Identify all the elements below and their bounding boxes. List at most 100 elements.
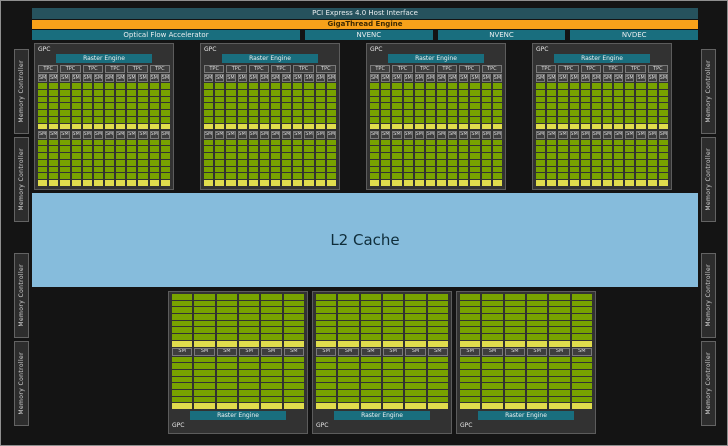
core-block [293, 139, 303, 146]
core-block [403, 139, 413, 146]
core-block [238, 383, 260, 389]
sm-column: SM [238, 294, 260, 409]
core-block [259, 153, 269, 159]
core-block [647, 103, 657, 110]
core-block [481, 103, 491, 110]
core-block [436, 173, 447, 180]
special-function-block [470, 180, 480, 186]
core-block [304, 116, 314, 123]
core-block [448, 159, 458, 166]
core-block [382, 396, 404, 403]
core-block [71, 83, 81, 89]
core-block [381, 103, 391, 110]
core-block [360, 294, 381, 300]
special-function-block [238, 340, 260, 347]
core-block [370, 83, 380, 89]
core-block [226, 173, 236, 180]
core-block [382, 363, 404, 369]
core-block [547, 110, 557, 116]
core-block [558, 83, 568, 89]
core-block [536, 146, 546, 153]
core-block [392, 173, 402, 180]
core-block [427, 396, 448, 403]
sm-core-grid [370, 83, 380, 130]
core-block [658, 103, 668, 110]
sm-label: SM [571, 347, 592, 356]
core-block [172, 369, 193, 376]
sm-column: SM SM [259, 74, 269, 186]
core-block [647, 83, 657, 89]
core-block [282, 146, 292, 153]
core-block [558, 96, 568, 103]
core-block [160, 173, 170, 180]
core-block [482, 294, 503, 300]
core-block [425, 153, 435, 159]
media-engine-nvenc-bar: NVENC [437, 30, 566, 40]
core-block [427, 334, 448, 340]
core-block [104, 146, 115, 153]
core-block [470, 83, 480, 89]
tpc-label: TPC [38, 65, 59, 73]
special-function-block [470, 123, 480, 130]
sm-core-grid [436, 139, 447, 187]
core-block [259, 139, 269, 146]
core-block [392, 116, 402, 123]
core-block [116, 173, 126, 180]
sm-core-grid [215, 139, 225, 187]
sm-core-grid [647, 83, 657, 130]
sm-core-grid [49, 83, 59, 130]
core-block [427, 389, 448, 396]
special-function-block [614, 123, 624, 130]
special-function-block [149, 180, 159, 186]
sm-core-grid [580, 139, 590, 187]
sm-label: SM [460, 347, 481, 356]
core-block [558, 159, 568, 166]
sm-core-grid [215, 83, 225, 130]
core-block [392, 110, 402, 116]
core-block [558, 110, 568, 116]
core-block [49, 153, 59, 159]
core-block [49, 166, 59, 173]
sm-label: SM [405, 347, 426, 356]
gpc-block: GPC Raster Engine TPC SM SM SM SM TPC SM SM SM SM TP… [532, 43, 672, 190]
sm-core-grid [270, 139, 281, 187]
core-block [172, 320, 193, 327]
special-function-block [558, 123, 568, 130]
core-block [405, 363, 426, 369]
core-block [316, 363, 337, 369]
core-block [405, 307, 426, 314]
sm-column: SM [360, 294, 381, 409]
special-function-block [226, 123, 236, 130]
sm-core-grid [282, 83, 292, 130]
core-block [216, 363, 237, 369]
sm-column: SM SM [116, 74, 126, 186]
core-block [636, 159, 646, 166]
sm-core-grid [425, 83, 435, 130]
sm-label: SM [259, 130, 269, 139]
tpc-label: TPC [625, 65, 646, 73]
sm-label: SM [602, 74, 613, 82]
tpc-unit: TPC SM SM SM SM [481, 65, 502, 186]
tpc-label: TPC [60, 65, 81, 73]
sm-column: SM SM [204, 74, 214, 186]
sm-label: SM [270, 130, 281, 139]
core-block [526, 307, 548, 314]
core-block [459, 110, 469, 116]
core-block [326, 116, 336, 123]
core-block [316, 307, 337, 314]
sm-label: SM [647, 74, 657, 82]
sm-column: SM SM [403, 74, 413, 186]
core-block [127, 153, 137, 159]
special-function-block [259, 123, 269, 130]
core-block [283, 307, 304, 314]
tpc-unit: TPC SM SM SM SM [248, 65, 269, 186]
gpc-block: GPC Raster Engine TPC SM SM SM SM TPC SM SM SM SM TP… [34, 43, 174, 190]
core-block [116, 83, 126, 89]
core-block [104, 139, 115, 146]
core-block [216, 307, 237, 314]
raster-engine-bar: Raster Engine [56, 54, 152, 63]
sm-pair: SM SM SM SM [536, 74, 557, 186]
core-block [326, 139, 336, 146]
core-block [382, 294, 404, 300]
core-block [316, 334, 337, 340]
